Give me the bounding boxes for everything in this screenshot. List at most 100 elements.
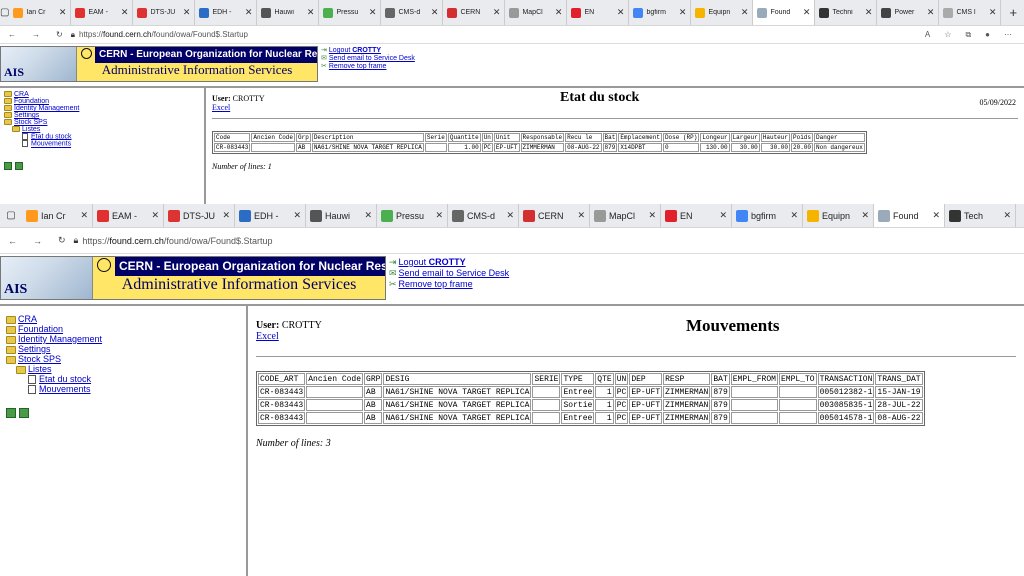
refresh-icon[interactable]: ↻ <box>48 30 71 39</box>
tab-close-icon[interactable]: ✕ <box>803 7 811 18</box>
sidebar-item-listes[interactable]: Listes <box>4 126 200 133</box>
sidebar-item-mouvements[interactable]: Mouvements <box>4 140 200 148</box>
send-email-link[interactable]: ✉ Send email to Service Desk <box>389 268 509 279</box>
browser-tab[interactable]: CMS-d ✕ <box>381 0 444 25</box>
browser-tab[interactable]: EAM - ✕ <box>71 0 134 25</box>
sidebar-item-etat-du-stock[interactable]: Etat du stock <box>4 133 200 140</box>
browser-tab[interactable]: CMS-d ✕ <box>448 204 519 227</box>
sidebar-item-stock-sps[interactable]: Stock SPS <box>4 119 200 126</box>
browser-tab[interactable]: Techni ✕ <box>815 0 878 25</box>
sidebar-item-cra[interactable]: CRA <box>6 314 240 324</box>
sidebar-item-stock-sps[interactable]: Stock SPS <box>6 354 240 364</box>
tab-close-icon[interactable]: ✕ <box>245 7 253 18</box>
browser-tab[interactable]: Equipn ✕ <box>691 0 754 25</box>
logout-link[interactable]: ⇥ Logout CROTTY <box>321 46 415 54</box>
favorite-icon[interactable]: ☆ <box>944 30 951 40</box>
refresh-icon[interactable]: ↻ <box>50 235 74 246</box>
collapse-all-icon[interactable] <box>15 161 23 170</box>
new-tab-button[interactable]: + <box>1001 0 1024 25</box>
tab-close-icon[interactable]: ✕ <box>865 7 873 18</box>
browser-tab[interactable]: Hauwi ✕ <box>306 204 377 227</box>
send-email-link[interactable]: ✉ Send email to Service Desk <box>321 54 415 62</box>
tab-close-icon[interactable]: ✕ <box>790 210 798 221</box>
collapse-all-icon[interactable] <box>19 408 29 419</box>
url-field[interactable]: https://found.cern.ch/found/owa/Found$.S… <box>82 236 272 246</box>
profile-icon[interactable]: ● <box>985 30 990 40</box>
expand-all-icon[interactable] <box>4 161 12 170</box>
remove-top-frame-link[interactable]: ✂ Remove top frame <box>321 62 415 70</box>
browser-tab[interactable]: Hauwi ✕ <box>257 0 320 25</box>
tab-close-icon[interactable]: ✕ <box>493 7 501 18</box>
tab-close-icon[interactable]: ✕ <box>369 7 377 18</box>
logout-link[interactable]: ⇥ Logout CROTTY <box>389 257 509 268</box>
menu-icon[interactable]: ⋯ <box>1004 30 1012 40</box>
tab-close-icon[interactable]: ✕ <box>431 7 439 18</box>
tab-close-icon[interactable]: ✕ <box>719 210 727 221</box>
url-field[interactable]: https://found.cern.ch/found/owa/Found$.S… <box>79 30 248 39</box>
browser-tab[interactable]: EN ✕ <box>661 204 732 227</box>
tab-close-icon[interactable]: ✕ <box>741 7 749 18</box>
browser-tab[interactable]: bgfirm ✕ <box>732 204 803 227</box>
browser-tab[interactable]: EDH - ✕ <box>235 204 306 227</box>
read-aloud-icon[interactable]: A <box>925 30 930 40</box>
tab-close-icon[interactable]: ✕ <box>679 7 687 18</box>
sidebar-item-settings[interactable]: Settings <box>6 344 240 354</box>
tab-close-icon[interactable]: ✕ <box>989 7 997 18</box>
tab-actions-icon[interactable]: ▢ <box>0 0 9 25</box>
tab-close-icon[interactable]: ✕ <box>435 210 443 221</box>
sidebar-item-identity-management[interactable]: Identity Management <box>4 105 200 112</box>
browser-tab[interactable]: DTS-JU ✕ <box>164 204 235 227</box>
browser-tab[interactable]: Pressu ✕ <box>377 204 448 227</box>
browser-tab[interactable]: Pressu ✕ <box>319 0 382 25</box>
tab-close-icon[interactable]: ✕ <box>617 7 625 18</box>
tab-close-icon[interactable]: ✕ <box>59 7 67 18</box>
tab-close-icon[interactable]: ✕ <box>932 210 940 221</box>
browser-tab[interactable]: EN ✕ <box>567 0 630 25</box>
browser-tab[interactable]: MapCl ✕ <box>505 0 568 25</box>
browser-tab[interactable]: MapCl ✕ <box>590 204 661 227</box>
browser-tab[interactable]: Power ✕ <box>877 0 940 25</box>
forward-icon[interactable]: → <box>24 30 48 39</box>
browser-tab[interactable]: DTS-JU ✕ <box>133 0 196 25</box>
lock-icon[interactable]: 🔒︎ <box>74 235 79 246</box>
tab-close-icon[interactable]: ✕ <box>183 7 191 18</box>
sidebar-item-listes[interactable]: Listes <box>6 364 240 374</box>
tab-close-icon[interactable]: ✕ <box>506 210 514 221</box>
sidebar-item-mouvements[interactable]: Mouvements <box>6 384 240 395</box>
tab-close-icon[interactable]: ✕ <box>1003 210 1011 221</box>
tab-close-icon[interactable]: ✕ <box>927 7 935 18</box>
sidebar-item-foundation[interactable]: Foundation <box>6 324 240 334</box>
sidebar-item-foundation[interactable]: Foundation <box>4 98 200 105</box>
tab-close-icon[interactable]: ✕ <box>80 210 88 221</box>
browser-tab[interactable]: Ian Cr ✕ <box>9 0 72 25</box>
expand-all-icon[interactable] <box>6 408 16 419</box>
browser-tab[interactable]: Ian Cr ✕ <box>22 204 93 227</box>
tab-close-icon[interactable]: ✕ <box>648 210 656 221</box>
tab-close-icon[interactable]: ✕ <box>555 7 563 18</box>
browser-tab[interactable]: CERN ✕ <box>443 0 506 25</box>
browser-tab[interactable]: Found ✕ <box>874 204 945 227</box>
sidebar-item-settings[interactable]: Settings <box>4 112 200 119</box>
browser-tab[interactable]: Found ✕ <box>753 0 816 25</box>
tab-actions-icon[interactable]: ▢ <box>0 204 22 227</box>
sidebar-item-cra[interactable]: CRA <box>4 91 200 98</box>
browser-tab[interactable]: EAM - ✕ <box>93 204 164 227</box>
tab-close-icon[interactable]: ✕ <box>364 210 372 221</box>
back-icon[interactable]: ← <box>0 30 24 39</box>
excel-link[interactable]: Excel <box>256 331 1016 342</box>
tab-close-icon[interactable]: ✕ <box>293 210 301 221</box>
collections-icon[interactable]: ⧉ <box>965 30 971 40</box>
browser-tab[interactable]: Tech ✕ <box>945 204 1016 227</box>
tab-close-icon[interactable]: ✕ <box>222 210 230 221</box>
browser-tab[interactable]: EDH - ✕ <box>195 0 258 25</box>
tab-close-icon[interactable]: ✕ <box>861 210 869 221</box>
tab-close-icon[interactable]: ✕ <box>577 210 585 221</box>
forward-icon[interactable]: → <box>25 236 50 246</box>
sidebar-item-etat-du-stock[interactable]: Etat du stock <box>6 374 240 385</box>
browser-tab[interactable]: Equipn ✕ <box>803 204 874 227</box>
remove-top-frame-link[interactable]: ✂ Remove top frame <box>389 279 509 290</box>
tab-close-icon[interactable]: ✕ <box>151 210 159 221</box>
sidebar-item-identity-management[interactable]: Identity Management <box>6 334 240 344</box>
tab-close-icon[interactable]: ✕ <box>307 7 315 18</box>
back-icon[interactable]: ← <box>0 236 25 246</box>
